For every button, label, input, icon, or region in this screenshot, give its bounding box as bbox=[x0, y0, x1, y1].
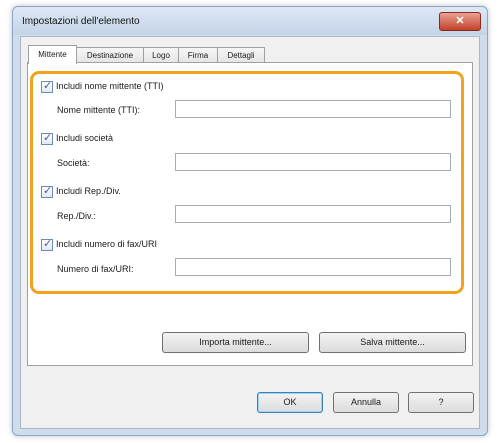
sender-name-label: Nome mittente (TTI): bbox=[57, 105, 141, 115]
tab-label: Mittente bbox=[38, 50, 67, 59]
include-name-checkbox[interactable]: ✓ bbox=[41, 80, 53, 93]
include-company-label: Includi società bbox=[56, 133, 114, 143]
close-icon: ✕ bbox=[455, 15, 465, 27]
include-dept-checkbox[interactable]: ✓ bbox=[41, 185, 53, 198]
include-fax-label: Includi numero di fax/URI bbox=[56, 239, 158, 249]
fax-input[interactable] bbox=[175, 258, 451, 276]
save-sender-button[interactable]: Salva mittente... bbox=[319, 332, 466, 353]
include-dept-label: Includi Rep./Div. bbox=[56, 186, 121, 196]
ok-button[interactable]: OK bbox=[257, 392, 323, 413]
check-icon: ✓ bbox=[43, 185, 53, 197]
tab-label: Dettagli bbox=[227, 51, 255, 60]
tab-dettagli[interactable]: Dettagli bbox=[217, 47, 265, 63]
tab-logo[interactable]: Logo bbox=[143, 47, 179, 63]
company-label: Società: bbox=[57, 158, 90, 168]
help-button[interactable]: ? bbox=[408, 392, 474, 413]
include-name-label: Includi nome mittente (TTI) bbox=[56, 81, 164, 91]
include-fax-checkbox[interactable]: ✓ bbox=[41, 238, 53, 251]
fax-label: Numero di fax/URI: bbox=[57, 264, 134, 274]
sender-name-input[interactable] bbox=[175, 100, 451, 118]
tab-label: Firma bbox=[187, 51, 209, 60]
check-icon: ✓ bbox=[43, 132, 53, 144]
tab-firma[interactable]: Firma bbox=[178, 47, 218, 63]
dept-input[interactable] bbox=[175, 205, 451, 223]
include-company-checkbox[interactable]: ✓ bbox=[41, 132, 53, 145]
dialog-title: Impostazioni dell'elemento bbox=[22, 16, 140, 27]
dept-label: Rep./Div.: bbox=[57, 211, 96, 221]
company-input[interactable] bbox=[175, 153, 451, 171]
tab-destinazione[interactable]: Destinazione bbox=[76, 47, 144, 63]
title-bar[interactable]: Impostazioni dell'elemento ✕ bbox=[13, 7, 487, 35]
cancel-button[interactable]: Annulla bbox=[333, 392, 399, 413]
sender-info-group: ✓ Includi nome mittente (TTI) Nome mitte… bbox=[30, 71, 464, 294]
tab-label: Destinazione bbox=[86, 51, 134, 60]
close-button[interactable]: ✕ bbox=[439, 12, 481, 31]
check-icon: ✓ bbox=[43, 80, 53, 92]
dialog-window: Impostazioni dell'elemento ✕ Mittente De… bbox=[12, 6, 488, 436]
dialog-body: Mittente Destinazione Logo Firma Dettagl… bbox=[20, 36, 480, 429]
import-sender-button[interactable]: Importa mittente... bbox=[162, 332, 309, 353]
check-icon: ✓ bbox=[43, 238, 53, 250]
tab-label: Logo bbox=[152, 51, 170, 60]
mittente-panel: ✓ Includi nome mittente (TTI) Nome mitte… bbox=[27, 62, 473, 366]
tab-mittente[interactable]: Mittente bbox=[28, 45, 77, 64]
